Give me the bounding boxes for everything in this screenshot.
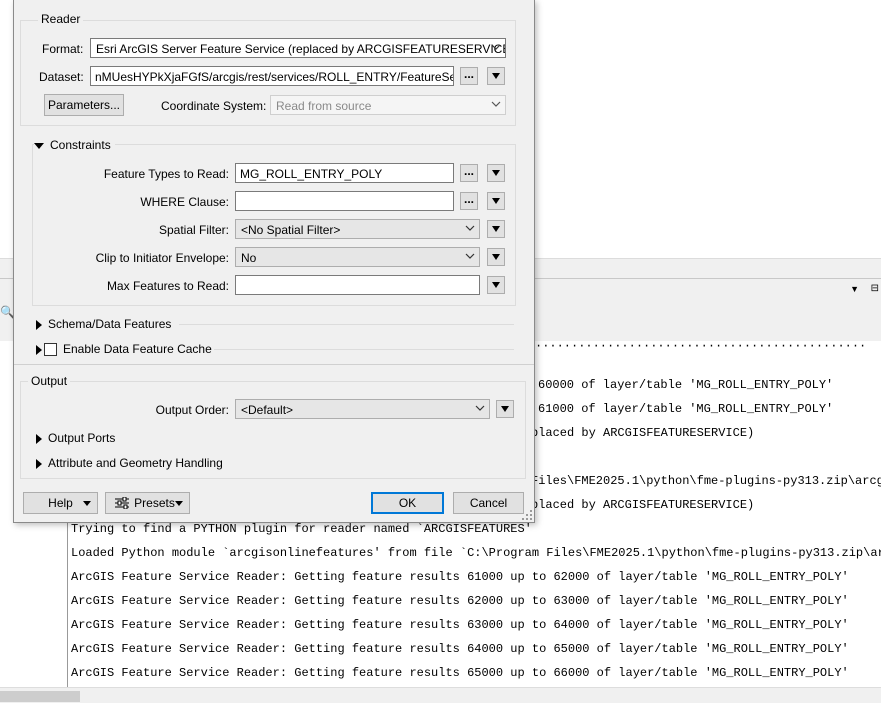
dropdown-arrow-icon bbox=[492, 73, 500, 79]
attribute-geometry-section[interactable]: Attribute and Geometry Handling bbox=[36, 456, 223, 470]
log-line: ArcGIS Feature Service Reader: Getting f… bbox=[71, 594, 849, 608]
ok-button[interactable]: OK bbox=[371, 492, 444, 514]
spatial-filter-menu-button[interactable] bbox=[487, 220, 505, 238]
expand-arrow-icon bbox=[36, 433, 42, 444]
dropdown-arrow-icon bbox=[492, 282, 500, 288]
clip-envelope-select[interactable]: No bbox=[235, 247, 480, 267]
output-order-select[interactable]: <Default> bbox=[235, 399, 490, 419]
format-value: Esri ArcGIS Server Feature Service (repl… bbox=[96, 42, 506, 56]
presets-button[interactable]: Presets bbox=[105, 492, 190, 514]
log-line: Files\FME2025.1\python\fme-plugins-py313… bbox=[531, 474, 881, 488]
log-line: placed by ARCGISFEATURESERVICE) bbox=[531, 426, 755, 440]
log-line: ········································… bbox=[535, 341, 867, 353]
dropdown-arrow-icon bbox=[492, 198, 500, 204]
dropdown-arrow-icon bbox=[492, 170, 500, 176]
log-line: placed by ARCGISFEATURESERVICE) bbox=[531, 498, 755, 512]
dataset-label: Dataset: bbox=[39, 70, 84, 84]
divider bbox=[179, 324, 514, 325]
chevron-down-icon bbox=[465, 225, 475, 231]
presets-icon bbox=[115, 497, 129, 509]
where-clause-browse-button[interactable]: ... bbox=[460, 192, 478, 210]
schema-data-features-section[interactable]: Schema/Data Features bbox=[36, 317, 171, 331]
coordinate-system-select[interactable]: Read from source bbox=[270, 95, 506, 115]
clip-envelope-label: Clip to Initiator Envelope: bbox=[95, 251, 229, 265]
clip-envelope-menu-button[interactable] bbox=[487, 248, 505, 266]
help-label: Help bbox=[48, 496, 73, 510]
divider bbox=[14, 364, 534, 365]
expand-arrow-icon bbox=[36, 344, 42, 355]
dropdown-arrow-icon bbox=[175, 501, 183, 506]
output-order-label: Output Order: bbox=[155, 403, 229, 417]
dataset-field[interactable]: nMUesHYPkXjaFGfS/arcgis/rest/services/RO… bbox=[90, 66, 454, 86]
parameters-button[interactable]: Parameters... bbox=[44, 94, 124, 116]
enable-cache-checkbox[interactable] bbox=[44, 343, 57, 357]
data-feature-cache-section[interactable]: Enable Data Feature Cache bbox=[36, 342, 212, 357]
pin-icon[interactable]: ⊟ bbox=[871, 283, 879, 294]
where-clause-menu-button[interactable] bbox=[487, 192, 505, 210]
chevron-down-icon bbox=[475, 405, 485, 411]
collapse-arrow-icon bbox=[34, 142, 44, 149]
log-search[interactable]: 🔍 bbox=[0, 301, 15, 323]
max-features-field[interactable] bbox=[235, 275, 480, 295]
max-features-menu-button[interactable] bbox=[487, 276, 505, 294]
horizontal-scrollbar[interactable] bbox=[0, 687, 881, 703]
dropdown-arrow-icon[interactable]: ▼ bbox=[850, 284, 859, 294]
feature-types-field[interactable]: MG_ROLL_ENTRY_POLY bbox=[235, 163, 454, 183]
chevron-down-icon bbox=[491, 44, 501, 50]
output-order-menu-button[interactable] bbox=[496, 400, 514, 418]
feature-types-menu-button[interactable] bbox=[487, 164, 505, 182]
dataset-menu-button[interactable] bbox=[487, 67, 505, 85]
log-line: ArcGIS Feature Service Reader: Getting f… bbox=[71, 666, 849, 680]
feature-types-label: Feature Types to Read: bbox=[103, 167, 229, 181]
expand-arrow-icon bbox=[36, 458, 42, 469]
output-group-label: Output bbox=[28, 374, 71, 388]
output-ports-section[interactable]: Output Ports bbox=[36, 431, 115, 445]
scrollbar-thumb[interactable] bbox=[0, 691, 80, 702]
expand-arrow-icon bbox=[36, 319, 42, 330]
where-clause-label: WHERE Clause: bbox=[140, 195, 229, 209]
cancel-button[interactable]: Cancel bbox=[453, 492, 524, 514]
output-order-value: <Default> bbox=[241, 403, 294, 417]
dataset-browse-button[interactable]: ... bbox=[460, 67, 478, 85]
coordinate-system-label: Coordinate System: bbox=[161, 99, 267, 113]
clip-envelope-value: No bbox=[241, 251, 257, 265]
format-label: Format: bbox=[42, 42, 84, 56]
log-line: ArcGIS Feature Service Reader: Getting f… bbox=[71, 618, 849, 632]
divider bbox=[214, 349, 514, 350]
dropdown-arrow-icon bbox=[492, 226, 500, 232]
schema-data-features-label: Schema/Data Features bbox=[48, 317, 172, 331]
log-line: 61000 of layer/table 'MG_ROLL_ENTRY_POLY… bbox=[538, 402, 834, 416]
log-line: ArcGIS Feature Service Reader: Getting f… bbox=[71, 570, 849, 584]
max-features-label: Max Features to Read: bbox=[106, 279, 229, 293]
dropdown-arrow-icon bbox=[501, 406, 509, 412]
help-button[interactable]: Help bbox=[23, 492, 98, 514]
feature-types-browse-button[interactable]: ... bbox=[460, 164, 478, 182]
log-line: Loaded Python module `arcgisonlinefeatur… bbox=[71, 546, 881, 560]
log-line: Trying to find a PYTHON plugin for reade… bbox=[71, 522, 532, 536]
format-select[interactable]: Esri ArcGIS Server Feature Service (repl… bbox=[90, 38, 506, 58]
reader-group-label: Reader bbox=[38, 12, 84, 26]
chevron-down-icon bbox=[465, 253, 475, 259]
attribute-geometry-label: Attribute and Geometry Handling bbox=[48, 456, 223, 470]
spatial-filter-value: <No Spatial Filter> bbox=[241, 223, 341, 237]
log-line: 60000 of layer/table 'MG_ROLL_ENTRY_POLY… bbox=[538, 378, 834, 392]
constraints-section-header[interactable]: Constraints bbox=[34, 138, 115, 152]
constraints-label: Constraints bbox=[50, 138, 111, 152]
chevron-down-icon bbox=[491, 101, 501, 107]
coordinate-system-value: Read from source bbox=[276, 99, 372, 113]
where-clause-field[interactable] bbox=[235, 191, 454, 211]
log-line: ArcGIS Feature Service Reader: Getting f… bbox=[71, 642, 849, 656]
spatial-filter-select[interactable]: <No Spatial Filter> bbox=[235, 219, 480, 239]
output-ports-label: Output Ports bbox=[48, 431, 116, 445]
dropdown-arrow-icon bbox=[492, 254, 500, 260]
spatial-filter-label: Spatial Filter: bbox=[158, 223, 229, 237]
resize-grip-icon[interactable] bbox=[522, 510, 532, 520]
enable-cache-label: Enable Data Feature Cache bbox=[63, 342, 212, 356]
reader-parameters-dialog: Reader Format: Esri ArcGIS Server Featur… bbox=[13, 0, 535, 523]
dropdown-arrow-icon bbox=[83, 501, 91, 506]
presets-label: Presets bbox=[134, 496, 175, 510]
